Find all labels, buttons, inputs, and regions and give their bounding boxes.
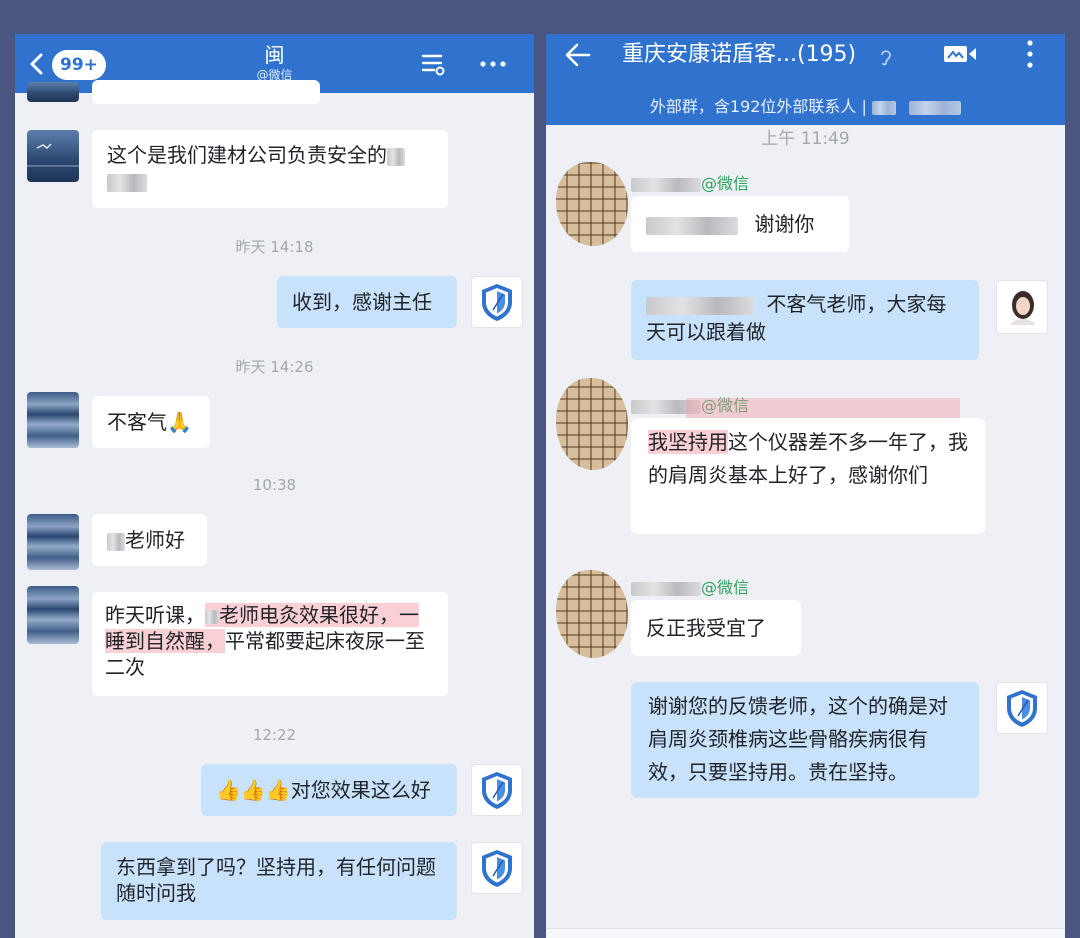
message-bubble: 不客气🙏 (92, 396, 210, 448)
message-bubble: 东西拿到了吗？坚持用，有任何问题随时问我 (101, 842, 457, 920)
chat-header: 重庆安康诺盾客...(195) (546, 34, 1065, 90)
group-info-bar[interactable]: 外部群，含192位外部联系人 | (546, 89, 1065, 125)
message-text: 不客气 (107, 410, 167, 434)
avatar[interactable] (471, 764, 523, 816)
left-chat-panel: 99+ 闽 @微信 这个是我们建材公司负责安全的 昨天 14:18 收到，感谢主… (15, 34, 534, 938)
list-filter-icon[interactable] (420, 51, 446, 77)
group-info-text: 外部群，含192位外部联系人 | (649, 97, 867, 116)
avatar[interactable] (27, 514, 79, 570)
message-text: 收到，感谢主任 (292, 290, 432, 314)
shield-icon (1007, 690, 1037, 727)
redacted-text (387, 147, 405, 166)
message-bubble: 👍👍👍对您效果这么好 (201, 764, 457, 816)
timestamp: 12:22 (252, 726, 297, 744)
avatar[interactable] (471, 276, 523, 328)
message-bubble: 老师好 (92, 514, 207, 566)
bird-icon (27, 143, 79, 167)
timestamp: 昨天 14:18 (235, 238, 314, 256)
chat-title[interactable]: 重庆安康诺盾客...(195) (622, 40, 856, 70)
message-text: 这个是我们建材公司负责安全的 (107, 143, 387, 167)
woman-photo-icon (1011, 291, 1035, 325)
right-chat-panel: 重庆安康诺盾客...(195) 外部群，含192位外部联系人 | 上午 11:4… (546, 34, 1065, 938)
redacted-text (631, 581, 701, 596)
chat-title: 闽 (264, 43, 285, 67)
arrow-left-icon[interactable] (564, 42, 592, 68)
video-call-icon[interactable] (942, 42, 978, 66)
message-bubble-partial (92, 80, 320, 104)
timestamp: 昨天 14:26 (235, 358, 314, 376)
redacted-text (909, 100, 962, 115)
redacted-text (107, 532, 125, 551)
message-bubble: 反正我受宜了 (631, 600, 801, 656)
avatar[interactable] (996, 682, 1048, 734)
avatar[interactable] (556, 378, 628, 470)
avatar[interactable] (27, 586, 79, 644)
shield-icon (482, 284, 512, 321)
message-bubble: 我坚持用这个仪器差不多一年了，我的肩周炎基本上好了，感谢你们 (631, 418, 985, 534)
avatar[interactable] (471, 842, 523, 894)
avatar[interactable] (27, 82, 79, 102)
message-bubble: 昨天听课， 老师电灸效果很好，一睡到自然醒，平常都要起床夜尿一至二次 (92, 592, 448, 696)
pray-emoji-icon: 🙏 (167, 410, 192, 434)
avatar[interactable] (556, 570, 628, 658)
redacted-text (646, 296, 754, 315)
redacted-text (107, 173, 147, 192)
sender-name: @微信 (631, 170, 749, 194)
highlighted-text: 老师电灸效果很好， (219, 603, 399, 627)
message-text: 反正我受宜了 (646, 616, 766, 640)
message-text: 老师好 (125, 528, 185, 552)
timestamp: 10:38 (252, 476, 297, 494)
avatar[interactable] (556, 162, 628, 246)
sender-name: @微信 (631, 574, 749, 598)
message-text: 谢谢你 (754, 212, 815, 236)
redacted-text (205, 609, 219, 624)
ear-icon (881, 50, 891, 66)
chat-title-block[interactable]: 闽 @微信 (15, 42, 534, 82)
message-bubble: 不客气老师，大家每天可以跟着做 (631, 280, 979, 360)
redacted-text (631, 177, 701, 192)
message-text: 昨天听课， (105, 603, 205, 627)
avatar[interactable] (27, 130, 79, 182)
message-bubble: 谢谢您的反馈老师，这个的确是对肩周炎颈椎病这些骨骼疾病很有效，只要坚持用。贵在坚… (631, 682, 979, 798)
message-bubble: 收到，感谢主任 (277, 276, 457, 328)
redacted-text (872, 100, 897, 115)
message-text: 东西拿到了吗？坚持用，有任何问题随时问我 (116, 855, 436, 905)
message-text: 谢谢您的反馈老师，这个的确是对肩周炎颈椎病这些骨骼疾病很有效，只要坚持用。贵在坚… (648, 694, 948, 784)
thumbs-up-emoji-icon: 👍👍👍 (216, 778, 291, 802)
more-horizontal-icon[interactable] (479, 54, 507, 74)
message-bubble: 谢谢你 (631, 196, 849, 252)
message-bubble: 这个是我们建材公司负责安全的 (92, 130, 448, 208)
timestamp: 上午 11:49 (761, 129, 850, 149)
avatar[interactable] (996, 280, 1048, 334)
message-text: 对您效果这么好 (290, 778, 431, 802)
input-bar-edge (546, 928, 1065, 938)
more-vertical-icon[interactable] (1024, 38, 1036, 70)
highlighted-text: 我坚持用 (648, 430, 728, 454)
shield-icon (482, 850, 512, 887)
avatar[interactable] (27, 392, 79, 448)
shield-icon (482, 772, 512, 809)
redacted-text (646, 216, 738, 235)
